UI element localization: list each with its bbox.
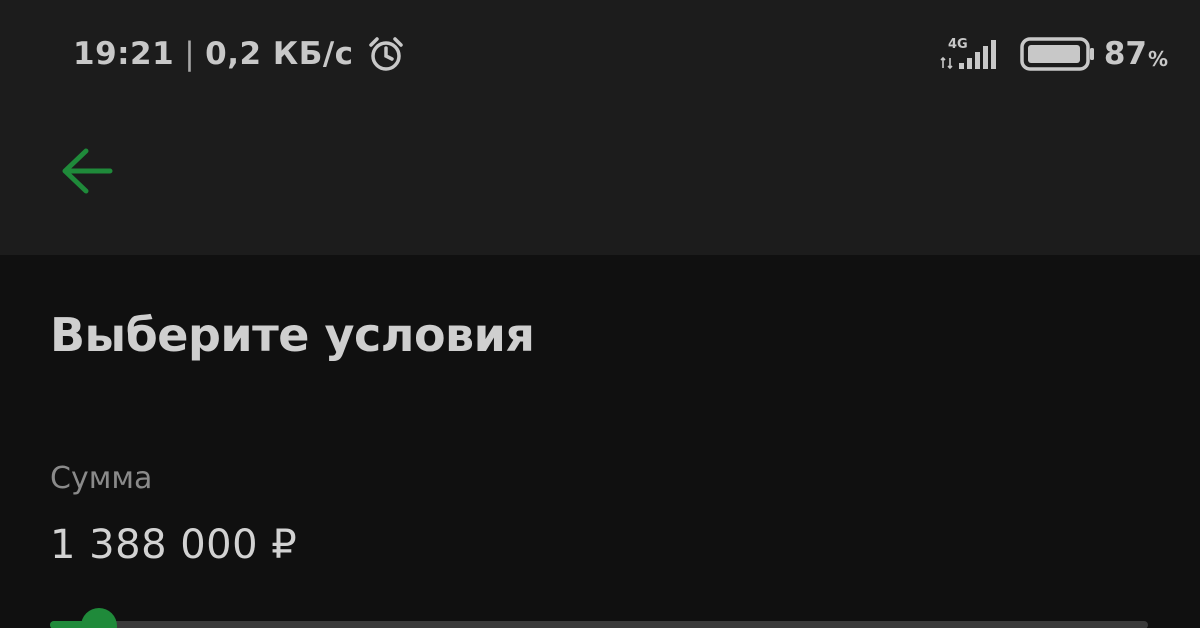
back-button[interactable] <box>52 138 122 204</box>
battery-icon <box>1020 37 1094 71</box>
amount-slider[interactable] <box>50 606 1148 628</box>
amount-value[interactable]: 1 388 000 ₽ <box>50 522 297 568</box>
status-separator: | <box>184 36 196 72</box>
network-speed: 0,2 КБ/с <box>205 36 354 72</box>
amount-label: Сумма <box>50 461 153 496</box>
signal-strength-icon: 4G <box>940 37 996 70</box>
status-bar-right: 4G 87 % <box>940 30 1168 78</box>
battery-level: 87 <box>1103 36 1147 72</box>
slider-thumb[interactable] <box>81 608 118 628</box>
page-title: Выберите условия <box>50 308 535 362</box>
battery-percent-sign: % <box>1147 47 1168 71</box>
clock-time: 19:21 <box>73 36 175 72</box>
alarm-clock-icon <box>368 37 403 71</box>
slider-track[interactable] <box>50 621 1148 628</box>
top-app-bar: 19:21 | 0,2 КБ/с 4G 87 % <box>0 0 1200 255</box>
app-screen: 19:21 | 0,2 КБ/с 4G 87 % Выберите услови… <box>0 0 1200 628</box>
arrow-left-icon <box>62 148 113 194</box>
status-bar-left: 19:21 | 0,2 КБ/с <box>73 30 406 78</box>
network-type-label: 4G <box>948 37 968 52</box>
